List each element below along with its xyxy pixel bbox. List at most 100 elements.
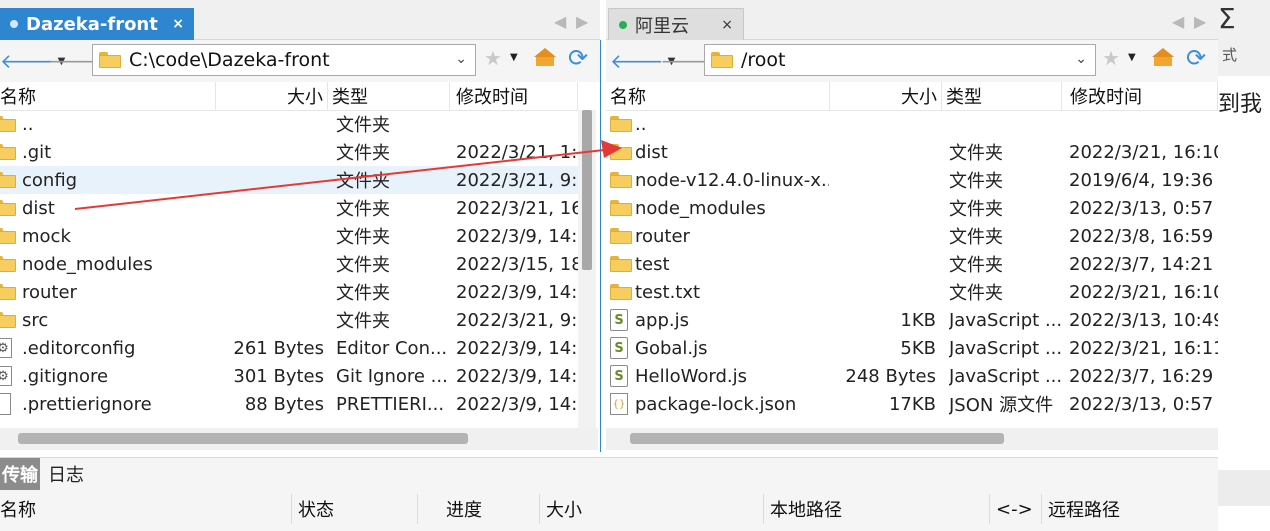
panel-divider[interactable] (600, 40, 601, 452)
transfer-column-status[interactable]: 状态 (292, 494, 418, 524)
file-type: 文件夹 (336, 283, 390, 304)
file-row[interactable]: .prettierignore 88 Bytes PRETTIERI... 2022/… (0, 390, 578, 418)
remote-horizontal-scroll-thumb[interactable] (630, 433, 1004, 444)
remote-path-field[interactable]: /root ⌄ (704, 44, 1096, 76)
remote-list-header: 名称 ^ 大小 类型 修改时间 (606, 82, 1218, 111)
tab-scroll-right-icon[interactable]: ▶ (576, 12, 588, 31)
file-row[interactable]: src 文件夹 2022/3/21, 9: (0, 306, 578, 334)
file-modified: 2022/3/7, 16:29 (1069, 365, 1214, 387)
refresh-icon[interactable]: ⟳ (1186, 44, 1206, 72)
tab-transfer[interactable]: 传输 (0, 458, 40, 490)
file-row[interactable]: ⚙ .editorconfig 261 Bytes Editor Con... 2022… (0, 334, 578, 362)
transfer-column-size[interactable]: 大小 (540, 494, 764, 524)
tab-scroll-left-icon[interactable]: ◀ (554, 12, 566, 31)
column-header-type[interactable]: 类型 (942, 82, 1062, 110)
tab-scroll-right-icon[interactable]: ▶ (1194, 12, 1206, 31)
tab-status-dot (10, 20, 18, 28)
file-size: 1KB (900, 309, 936, 331)
transfer-column-name[interactable]: 名称 (0, 494, 292, 524)
file-type: 文件夹 (336, 171, 390, 192)
document-icon (0, 393, 11, 415)
file-type: 文件夹 (949, 143, 1003, 164)
file-row[interactable]: .git 文件夹 2022/3/21, 1: (0, 138, 578, 166)
file-type: 文件夹 (949, 171, 1003, 192)
file-modified: 2022/3/9, 14: (456, 365, 578, 387)
file-row[interactable]: test.txt 文件夹 2022/3/21, 16:10 (606, 278, 1218, 306)
file-row[interactable]: .. 文件夹 (0, 110, 578, 138)
right-tab-bar: 阿里云 × ◀ ▶ (606, 0, 1218, 40)
file-row[interactable]: mock 文件夹 2022/3/9, 14: (0, 222, 578, 250)
column-header-size[interactable]: 大小 (830, 82, 942, 110)
file-size (830, 110, 936, 138)
local-path-text: C:\code\Dazeka-front (129, 49, 330, 71)
column-header-type[interactable]: 类型 (328, 82, 450, 110)
bookmark-dropdown-icon[interactable]: ▼ (1128, 52, 1136, 63)
bookmark-star-icon[interactable]: ★ (1102, 46, 1120, 70)
file-row[interactable]: node_modules 文件夹 2022/3/13, 0:57 (606, 194, 1218, 222)
file-row[interactable]: S Gobal.js 5KB JavaScript ... 2022/3/21, 16:… (606, 334, 1218, 362)
file-size (830, 194, 936, 222)
local-file-list: 名称 ^ 大小 类型 修改时间 .. 文件夹 .git 文件夹 2022/3/21, 1… (0, 82, 578, 452)
chevron-down-icon[interactable]: ⌄ (1075, 51, 1087, 67)
transfer-column-direction[interactable]: <-> (990, 494, 1042, 524)
transfer-column-remote-path[interactable]: 远程路径 (1042, 494, 1218, 524)
file-size: 261 Bytes (233, 337, 324, 359)
bookmark-star-icon[interactable]: ★ (484, 46, 502, 70)
file-size (830, 222, 936, 250)
file-row[interactable]: S HelloWord.js 248 Bytes JavaScript ... 2022… (606, 362, 1218, 390)
file-modified: 2022/3/21, 16:10 (1069, 141, 1218, 163)
file-name: test.txt (635, 281, 701, 303)
tab-log[interactable]: 日志 (42, 458, 90, 490)
remote-path-text: /root (741, 49, 786, 71)
local-horizontal-scroll-thumb[interactable] (18, 433, 468, 444)
file-row[interactable]: dist 文件夹 2022/3/21, 16:10 (606, 138, 1218, 166)
transfer-column-local-path[interactable]: 本地路径 (764, 494, 990, 524)
file-modified: 2022/3/21, 16:10 (1069, 281, 1218, 303)
file-row[interactable]: ⚙ .gitignore 301 Bytes Git Ignore ... 2022/3… (0, 362, 578, 390)
file-modified: 2022/3/9, 14: (456, 225, 578, 247)
folder-icon (610, 144, 632, 160)
home-icon[interactable] (534, 48, 556, 66)
remote-horizontal-scrollbar[interactable] (606, 428, 1218, 450)
file-row[interactable]: {} package-lock.json 17KB JSON 源文件 2022/3/13… (606, 390, 1218, 418)
file-row[interactable]: Sapp.js 1KB JavaScript ... 2022/3/13, 10:49 (606, 306, 1218, 334)
file-row[interactable]: node-v12.4.0-linux-x... 文件夹 2019/6/4, 19:3… (606, 166, 1218, 194)
tab-close-icon[interactable]: × (709, 17, 733, 33)
file-type: 文件夹 (949, 199, 1003, 220)
column-header-modified[interactable]: 修改时间 (450, 82, 578, 110)
settings-file-icon: ⚙ (0, 366, 12, 386)
column-header-size[interactable]: 大小 (216, 82, 328, 110)
tab-dazeka-front[interactable]: Dazeka-front × (0, 8, 194, 40)
transfer-column-progress[interactable]: 进度 (418, 494, 540, 524)
home-icon[interactable] (1152, 48, 1174, 66)
chevron-down-icon[interactable]: ⌄ (455, 51, 467, 67)
file-row[interactable]: .. (606, 110, 1218, 138)
folder-icon (0, 116, 16, 132)
folder-icon (610, 284, 632, 300)
local-vertical-scrollbar[interactable] (578, 110, 596, 428)
tab-remote-server[interactable]: 阿里云 × (608, 8, 744, 40)
file-row[interactable]: node_modules 文件夹 2022/3/15, 18 (0, 250, 578, 278)
folder-icon (610, 256, 632, 272)
file-size (830, 138, 936, 166)
file-name: node-v12.4.0-linux-x... (635, 169, 829, 191)
file-type: JavaScript ... (949, 309, 1061, 331)
file-row[interactable]: router 文件夹 2022/3/9, 14: (0, 278, 578, 306)
file-row[interactable]: dist 文件夹 2022/3/21, 16 (0, 194, 578, 222)
local-horizontal-scrollbar[interactable] (0, 428, 598, 450)
file-row[interactable]: test 文件夹 2022/3/7, 14:21 (606, 250, 1218, 278)
sort-caret-icon: ^ (98, 82, 109, 90)
file-row[interactable]: config 文件夹 2022/3/21, 9: (0, 166, 578, 194)
tab-scroll-left-icon[interactable]: ◀ (1172, 12, 1184, 31)
file-modified: 2022/3/13, 0:57 (1069, 197, 1214, 219)
refresh-icon[interactable]: ⟳ (568, 44, 588, 72)
bookmark-dropdown-icon[interactable]: ▼ (510, 52, 518, 63)
column-header-modified[interactable]: 修改时间 (1062, 82, 1218, 110)
file-name: .prettierignore (22, 393, 152, 415)
local-vertical-scroll-thumb[interactable] (582, 110, 592, 270)
tab-close-icon[interactable]: × (160, 16, 184, 32)
file-size (830, 166, 936, 194)
file-size (216, 278, 324, 306)
file-row[interactable]: router 文件夹 2022/3/8, 16:59 (606, 222, 1218, 250)
local-path-field[interactable]: C:\code\Dazeka-front ⌄ (92, 44, 476, 76)
